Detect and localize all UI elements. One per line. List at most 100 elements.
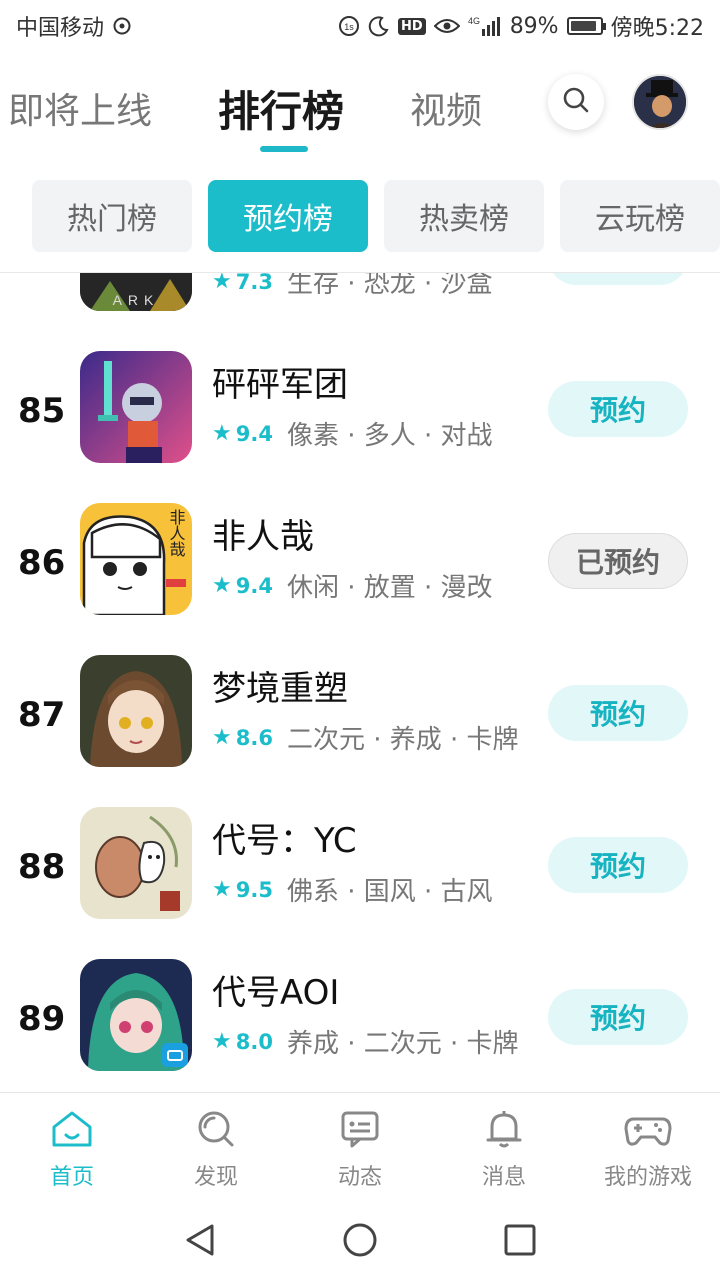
reserve-button[interactable]: 预约 [548,837,688,893]
star-icon: ★ [212,273,232,294]
reserved-button[interactable]: 已预约 [548,533,688,589]
status-bar: 中国移动 1s HD 4G 89% 傍晚5:22 [0,0,720,52]
nav-label: 我的游戏 [603,1165,692,1190]
subtab-reserve[interactable]: 预约榜 [208,180,368,252]
game-score: 9.4 [235,421,273,446]
battery-percent: 89% [509,13,559,39]
tab-indicator [260,146,308,152]
game-name[interactable]: 非人哉 [212,509,314,558]
hd-badge: HD [398,17,426,35]
game-meta: ★ 9.5 佛系 · 国风 · 古风 [212,871,493,908]
top-header: 即将上线 排行榜 视频 [0,60,720,156]
game-meta: ★ 7.3 生存 · 恐龙 · 沙盒 [212,273,493,300]
reserve-button[interactable]: 预约 [548,989,688,1045]
game-icon-pengpeng[interactable] [80,351,192,463]
rank-number: 88 [18,847,66,887]
list-item[interactable]: 88 代号：YC ★ 9.5 佛系 · 国风 · 古风 预约 [0,789,720,941]
star-icon: ★ [212,421,232,446]
discover-icon [194,1109,238,1153]
game-tags: 二次元 · 养成 · 卡牌 [286,725,519,755]
carrier-label: 中国移动 [16,16,105,41]
game-icon-mengjing[interactable] [80,655,192,767]
reserve-button[interactable]: 预约 [548,381,688,437]
signal-icon: 4G [468,15,502,37]
nav-label: 发现 [193,1165,238,1190]
list-item[interactable]: 87 梦境重塑 ★ 8.6 二次元 · 养成 · 卡牌 预约 [0,637,720,789]
game-meta: ★ 8.0 养成 · 二次元 · 卡牌 [212,1023,519,1060]
gamepad-icon [624,1109,672,1153]
rank-number: 85 [18,391,66,431]
game-score: 9.5 [235,877,273,902]
reserve-button[interactable]: 预约 [548,685,688,741]
tab-ranking[interactable]: 排行榜 [218,78,344,139]
game-meta: ★ 8.6 二次元 · 养成 · 卡牌 [212,719,519,756]
subtab-hot[interactable]: 热门榜 [32,180,192,252]
reserve-button[interactable] [548,273,688,285]
star-icon: ★ [212,725,232,750]
game-name[interactable]: 代号：YC [212,813,357,862]
battery-icon [566,17,606,35]
svg-text:1s: 1s [344,22,354,32]
game-score: 7.3 [235,273,273,294]
game-icon-yc[interactable] [80,807,192,919]
game-meta: ★ 9.4 休闲 · 放置 · 漫改 [212,567,493,604]
list-item[interactable]: 89 代号AOI ★ 8.0 养成 · 二次元 · 卡牌 预约 [0,941,720,1091]
list-item[interactable]: ARK ★ 7.3 生存 · 恐龙 · 沙盒 [0,273,720,333]
list-item[interactable]: 86 非人哉 非人哉 ★ 9.4 休闲 · 放置 · 漫改 已预约 [0,485,720,637]
game-tags: 休闲 · 放置 · 漫改 [286,573,493,603]
game-tags: 生存 · 恐龙 · 沙盒 [286,273,493,299]
list-item[interactable]: 85 砰砰军团 ★ 9.4 像素 · 多人 · 对战 预约 [0,333,720,485]
moon-icon [368,15,390,37]
game-icon-feirenzai[interactable]: 非人哉 [80,503,192,615]
rank-number: 87 [18,695,66,735]
game-icon-ark: ARK [80,273,192,311]
game-tags: 像素 · 多人 · 对战 [286,421,493,451]
game-score: 8.6 [235,725,273,750]
nav-feed[interactable]: 动态 [288,1109,432,1191]
star-icon: ★ [212,877,232,902]
hotspot-icon [112,16,132,36]
svg-text:4G: 4G [468,16,480,26]
clock: 傍晚5:22 [610,16,704,41]
tab-upcoming[interactable]: 即将上线 [8,82,152,134]
recents-icon[interactable] [500,1220,540,1260]
nav-label: 首页 [49,1165,94,1190]
ranking-sub-tabs: 热门榜 预约榜 热卖榜 云玩榜 [32,180,720,252]
nav-label: 消息 [481,1165,526,1190]
rank-number: 89 [18,999,66,1039]
game-icon-aoi[interactable] [80,959,192,1071]
star-icon: ★ [212,573,232,598]
ranking-list[interactable]: ARK ★ 7.3 生存 · 恐龙 · 沙盒 85 砰砰军团 ★ 9.4 像素 … [0,273,720,1091]
nav-home[interactable]: 首页 [0,1109,144,1191]
game-score: 9.4 [235,573,273,598]
svg-text:ARK: ARK [113,292,160,308]
game-tags: 养成 · 二次元 · 卡牌 [286,1029,519,1059]
game-score: 8.0 [235,1029,273,1054]
system-navigation [0,1202,720,1280]
back-icon[interactable] [180,1220,220,1260]
nav-discover[interactable]: 发现 [144,1109,288,1191]
bottom-navigation: 首页 发现 动态 消息 我的游戏 [0,1092,720,1202]
rank-number: 86 [18,543,66,583]
star-icon: ★ [212,1029,232,1054]
home-circle-icon[interactable] [340,1220,380,1260]
game-meta: ★ 9.4 像素 · 多人 · 对战 [212,415,493,452]
eye-icon [433,17,460,35]
home-icon [50,1109,94,1153]
subtab-cloud[interactable]: 云玩榜 [560,180,720,252]
nav-my-games[interactable]: 我的游戏 [576,1109,720,1191]
data-saver-icon: 1s [338,15,360,37]
search-icon [561,85,591,119]
nav-messages[interactable]: 消息 [432,1109,576,1191]
game-tags: 佛系 · 国风 · 古风 [286,877,493,907]
game-name[interactable]: 代号AOI [212,965,339,1014]
bell-icon [482,1109,526,1153]
game-name[interactable]: 砰砰军团 [212,357,348,406]
game-name[interactable]: 梦境重塑 [212,661,348,710]
user-avatar[interactable] [632,74,688,130]
feed-icon [338,1109,382,1153]
search-button[interactable] [548,74,604,130]
subtab-bestseller[interactable]: 热卖榜 [384,180,544,252]
nav-label: 动态 [337,1165,382,1190]
tab-video[interactable]: 视频 [410,82,482,134]
